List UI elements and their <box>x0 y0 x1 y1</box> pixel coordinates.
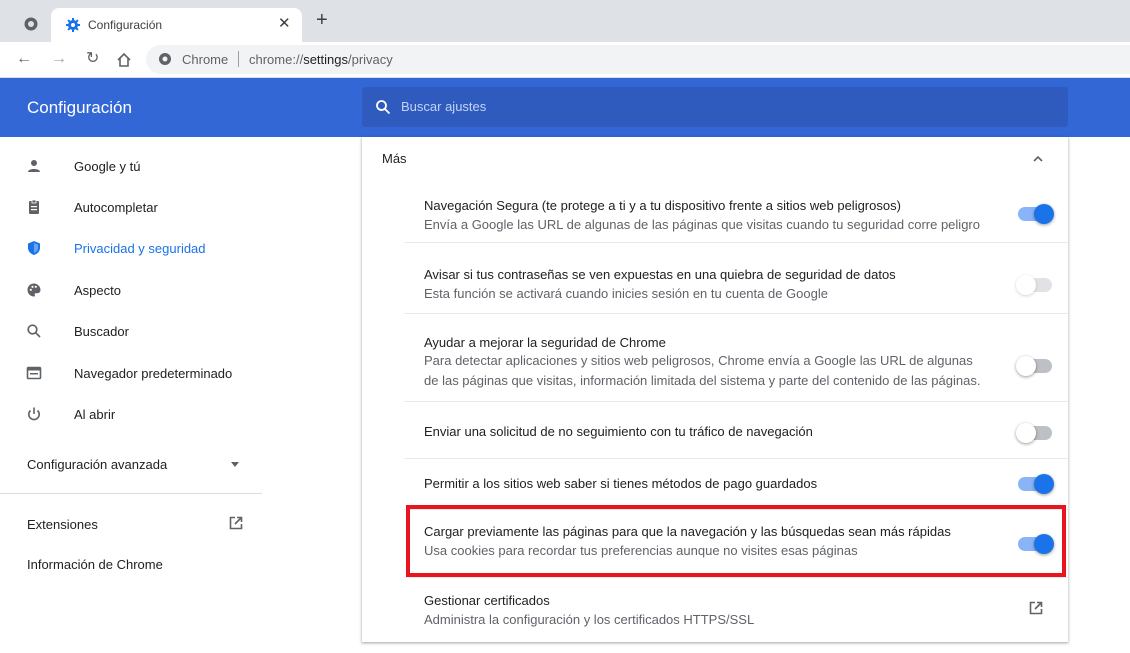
setting-subtitle: Esta función se activará cuando inicies … <box>424 286 828 301</box>
sidebar-item-label: Google y tú <box>74 159 141 174</box>
url-host: settings <box>303 52 348 67</box>
home-icon[interactable] <box>116 52 132 68</box>
search-icon <box>376 100 391 115</box>
sidebar-item-on-startup[interactable]: Al abrir <box>0 395 262 435</box>
url-prefix: chrome:// <box>249 52 304 67</box>
setting-row-do-not-track[interactable]: Enviar una solicitud de no seguimiento c… <box>404 401 1068 458</box>
external-link-icon[interactable] <box>228 515 244 531</box>
omnibox-url: chrome://settings/privacy <box>249 52 393 67</box>
omnibox-scheme-label: Chrome <box>182 52 229 67</box>
page-title: Configuración <box>27 98 132 117</box>
setting-subtitle-line2: de las páginas que visitas, información … <box>424 373 981 388</box>
sidebar-item-label: Aspecto <box>74 283 121 298</box>
toggle-switch[interactable] <box>1016 423 1052 443</box>
sidebar-divider <box>0 493 262 494</box>
close-tab-icon[interactable]: ✕ <box>278 15 291 33</box>
sidebar-item-label: Privacidad y seguridad <box>74 241 206 256</box>
sidebar-item-privacy[interactable]: Privacidad y seguridad <box>0 229 262 269</box>
chevron-up-icon[interactable] <box>1032 153 1044 165</box>
sidebar-item-search-engine[interactable]: Buscador <box>0 312 262 352</box>
tab-settings[interactable]: Configuración ✕ <box>51 8 302 42</box>
globe-icon[interactable] <box>24 17 38 31</box>
sidebar-item-label: Navegador predeterminado <box>74 366 233 381</box>
toggle-switch <box>1016 275 1052 295</box>
forward-button[interactable]: → <box>51 50 67 68</box>
sidebar-item-google[interactable]: Google y tú <box>0 147 262 187</box>
chrome-icon <box>159 53 171 65</box>
gear-icon <box>66 18 80 32</box>
toggle-knob <box>1016 275 1036 295</box>
extensions-link[interactable]: Extensiones <box>27 517 98 532</box>
settings-header: Configuración Buscar ajustes <box>0 78 1130 137</box>
sidebar-item-default-browser[interactable]: Navegador predeterminado <box>0 354 262 394</box>
toolbar: ← → ↻ Chrome chrome://settings/privacy <box>0 42 1130 78</box>
clipboard-icon <box>29 199 39 214</box>
toggle-knob <box>1034 204 1054 224</box>
setting-title: Enviar una solicitud de no seguimiento c… <box>424 424 813 439</box>
chevron-down-icon[interactable] <box>231 462 239 467</box>
url-path: /privacy <box>348 52 393 67</box>
reload-button[interactable]: ↻ <box>86 50 99 68</box>
setting-subtitle: Para detectar aplicaciones y sitios web … <box>424 353 973 368</box>
sidebar-item-autofill[interactable]: Autocompletar <box>0 188 262 228</box>
sidebar: Google y tú Autocompletar Privacidad y s… <box>0 137 262 653</box>
browser-icon <box>26 366 42 380</box>
toggle-knob <box>1016 423 1036 443</box>
setting-title: Navegación Segura (te protege a ti y a t… <box>424 198 901 213</box>
omnibox-separator <box>238 51 239 67</box>
toggle-switch[interactable] <box>1016 356 1052 376</box>
shield-icon <box>28 241 40 255</box>
sidebar-item-appearance[interactable]: Aspecto <box>0 271 262 311</box>
setting-title: Gestionar certificados <box>424 593 550 608</box>
sidebar-item-label: Buscador <box>74 324 129 339</box>
setting-row-manage-certificates[interactable]: Gestionar certificados Administra la con… <box>404 577 1068 642</box>
sidebar-item-label: Autocompletar <box>74 200 158 215</box>
external-link-icon[interactable] <box>1028 600 1044 616</box>
new-tab-button[interactable]: + <box>316 10 328 30</box>
power-icon <box>28 407 40 421</box>
toggle-switch[interactable] <box>1018 474 1054 494</box>
person-icon <box>28 160 40 172</box>
sidebar-item-label: Al abrir <box>74 407 116 422</box>
palette-icon <box>27 283 41 297</box>
toggle-knob <box>1034 474 1054 494</box>
back-button[interactable]: ← <box>16 50 32 68</box>
setting-subtitle: Envía a Google las URL de algunas de las… <box>424 217 980 232</box>
section-label: Más <box>382 151 407 166</box>
setting-row-improve-security[interactable]: Ayudar a mejorar la seguridad de Chrome … <box>404 313 1068 401</box>
search-icon <box>27 324 41 338</box>
search-placeholder: Buscar ajustes <box>401 99 487 114</box>
toggle-knob <box>1016 356 1036 376</box>
setting-row-password-leak[interactable]: Avisar si tus contraseñas se ven expuest… <box>404 242 1068 313</box>
toggle-switch[interactable] <box>1018 204 1054 224</box>
search-input[interactable]: Buscar ajustes <box>362 87 1068 127</box>
setting-title: Permitir a los sitios web saber si tiene… <box>424 476 818 491</box>
highlight-box <box>406 505 1066 577</box>
tab-strip: Configuración ✕ + <box>0 0 1130 42</box>
more-section-header[interactable]: Más <box>362 137 1068 182</box>
setting-row-payment-methods[interactable]: Permitir a los sitios web saber si tiene… <box>404 458 1068 509</box>
setting-title: Avisar si tus contraseñas se ven expuest… <box>424 267 896 282</box>
setting-title: Ayudar a mejorar la seguridad de Chrome <box>424 335 666 350</box>
about-chrome-link[interactable]: Información de Chrome <box>27 557 163 572</box>
advanced-settings-toggle[interactable]: Configuración avanzada <box>27 457 167 472</box>
tab-title: Configuración <box>88 18 163 32</box>
address-bar[interactable]: Chrome chrome://settings/privacy <box>146 45 1130 74</box>
setting-row-safe-browsing[interactable]: Navegación Segura (te protege a ti y a t… <box>404 182 1068 242</box>
setting-subtitle: Administra la configuración y los certif… <box>424 612 755 627</box>
